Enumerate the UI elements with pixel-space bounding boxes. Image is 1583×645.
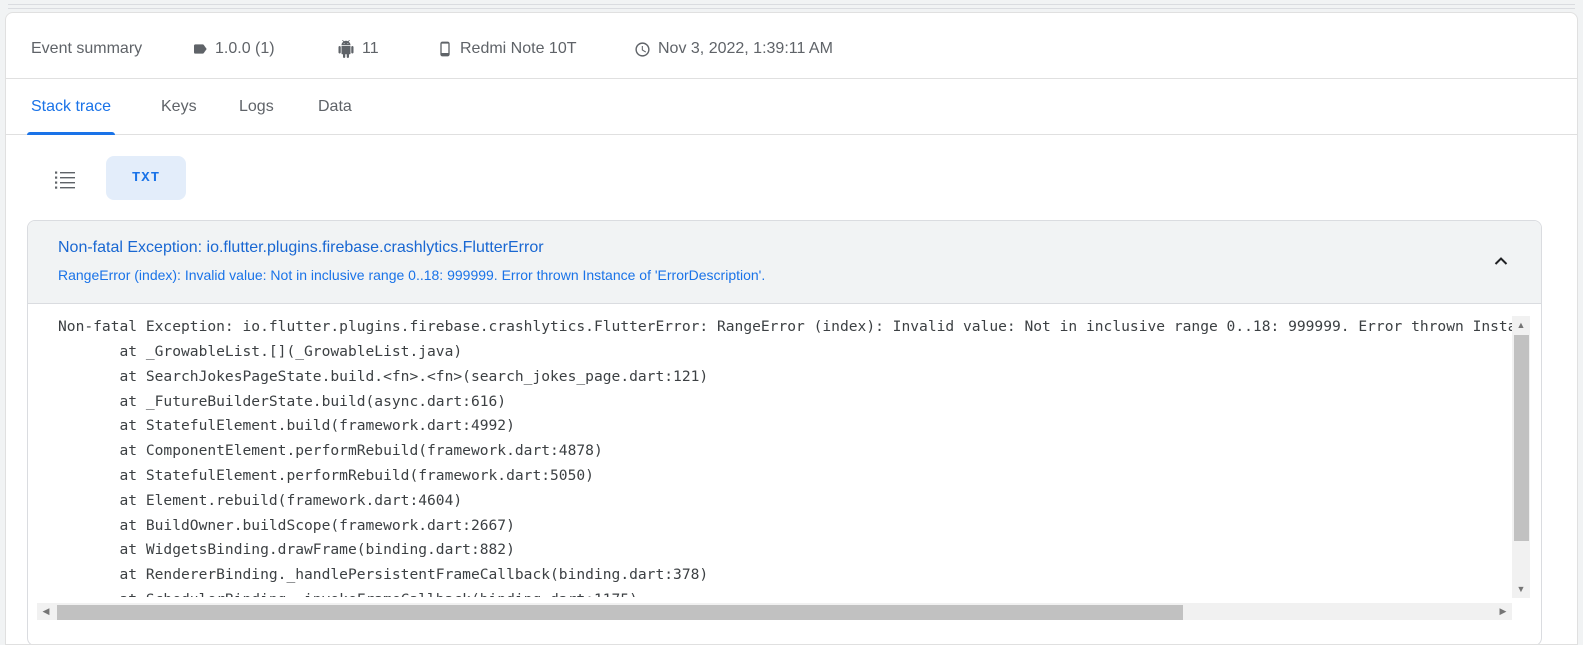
trace-line: at _FutureBuilderState.build(async.dart:…: [58, 393, 507, 410]
tab-logs[interactable]: Logs: [239, 79, 274, 134]
txt-view-button[interactable]: TXT: [106, 156, 186, 200]
exception-header[interactable]: Non-fatal Exception: io.flutter.plugins.…: [28, 221, 1541, 304]
scroll-down-arrow-icon[interactable]: ▼: [1512, 582, 1530, 596]
background-divider: [8, 4, 1575, 5]
os-version: 11: [337, 37, 379, 61]
list-view-button[interactable]: [43, 161, 87, 197]
scroll-up-arrow-icon[interactable]: ▲: [1512, 318, 1530, 332]
event-timestamp-text: Nov 3, 2022, 1:39:11 AM: [658, 40, 833, 57]
app-version: 1.0.0 (1): [192, 37, 275, 61]
exception-title: Non-fatal Exception: io.flutter.plugins.…: [58, 239, 544, 256]
chevron-up-icon[interactable]: [1489, 249, 1513, 273]
event-timestamp: Nov 3, 2022, 1:39:11 AM: [634, 37, 833, 61]
scroll-left-arrow-icon[interactable]: ◀: [39, 603, 53, 620]
trace-line: at StatefulElement.performRebuild(framew…: [58, 467, 594, 484]
vertical-scrollbar[interactable]: ▲ ▼: [1512, 316, 1530, 598]
event-summary-bar: Event summary 1.0.0 (1) 11 Redmi Note 10…: [6, 13, 1577, 79]
tab-bar: Stack trace Keys Logs Data: [6, 79, 1577, 135]
trace-line: Non-fatal Exception: io.flutter.plugins.…: [58, 318, 1512, 335]
exception-subtitle: RangeError (index): Invalid value: Not i…: [58, 267, 766, 283]
background-divider: [8, 8, 1575, 9]
phone-icon: [440, 41, 450, 57]
scroll-right-arrow-icon[interactable]: ▶: [1496, 603, 1510, 620]
tag-icon: [194, 44, 207, 54]
tab-keys[interactable]: Keys: [161, 79, 197, 134]
trace-line: at _GrowableList.[](_GrowableList.java): [58, 343, 463, 360]
app-version-text: 1.0.0 (1): [215, 40, 275, 57]
trace-line: at StatefulElement.build(framework.dart:…: [58, 417, 515, 434]
trace-line: at SchedulerBinding._invokeFrameCallback…: [58, 588, 638, 597]
vertical-scroll-thumb[interactable]: [1514, 335, 1529, 541]
tab-data[interactable]: Data: [318, 79, 352, 134]
tab-stack-trace[interactable]: Stack trace: [26, 79, 116, 135]
list-icon: [55, 171, 75, 189]
device-model: Redmi Note 10T: [437, 37, 577, 61]
trace-line: at SearchJokesPageState.build.<fn>.<fn>(…: [58, 368, 709, 385]
event-summary-label: Event summary: [31, 40, 143, 57]
trace-line: at WidgetsBinding.drawFrame(binding.dart…: [58, 541, 515, 558]
horizontal-scrollbar[interactable]: ◀ ▶: [37, 603, 1512, 620]
exception-panel: Non-fatal Exception: io.flutter.plugins.…: [27, 220, 1542, 644]
trace-line: at BuildOwner.buildScope(framework.dart:…: [58, 517, 515, 534]
android-icon: [338, 40, 354, 58]
trace-line: at ComponentElement.performRebuild(frame…: [58, 442, 603, 459]
horizontal-scroll-thumb[interactable]: [57, 605, 1183, 620]
trace-line: at RendererBinding._handlePersistentFram…: [58, 566, 709, 583]
os-version-text: 11: [362, 40, 379, 57]
clock-icon: [635, 41, 650, 57]
event-card: Event summary 1.0.0 (1) 11 Redmi Note 10…: [5, 12, 1578, 645]
trace-line: at Element.rebuild(framework.dart:4604): [58, 492, 463, 509]
stack-trace-text: Non-fatal Exception: io.flutter.plugins.…: [28, 304, 1512, 597]
device-model-text: Redmi Note 10T: [460, 40, 577, 57]
